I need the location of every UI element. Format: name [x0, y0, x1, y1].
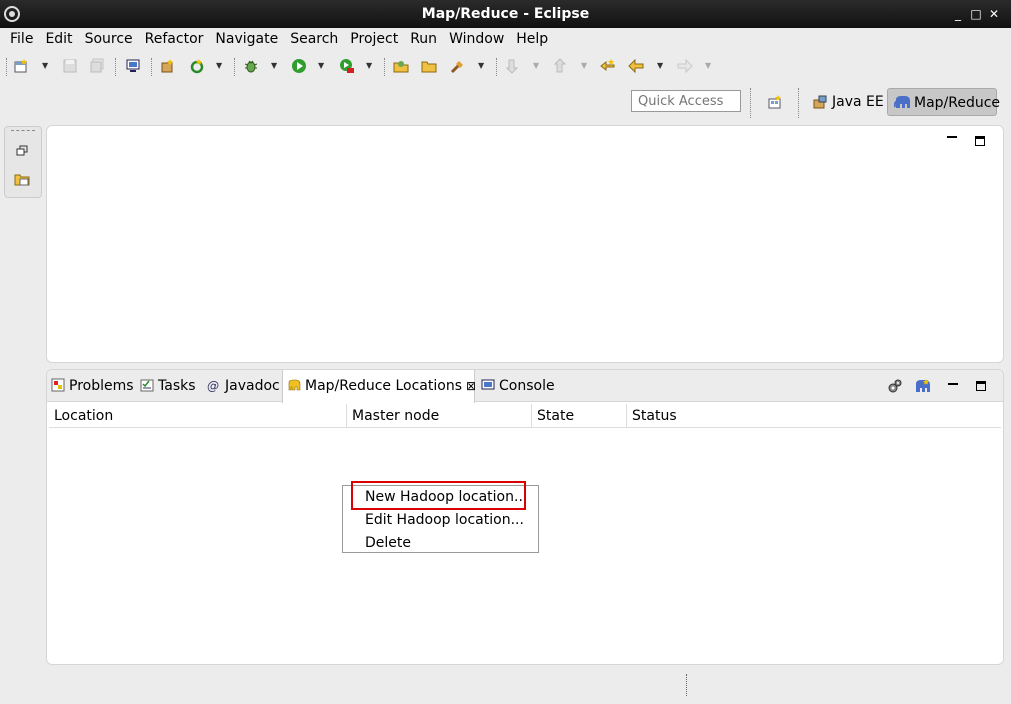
editor-area	[46, 125, 1004, 363]
open-console-icon[interactable]	[125, 58, 141, 74]
new-package-icon[interactable]	[160, 58, 176, 74]
next-annotation-dropdown-arrow-icon[interactable]: ▼	[533, 61, 539, 70]
tab-tasks-label: Tasks	[158, 378, 196, 394]
tab-mapreduce-locations-label: Map/Reduce Locations	[305, 378, 463, 394]
toolbar-separator	[6, 58, 7, 76]
editor-maximize-icon[interactable]	[975, 136, 985, 146]
status-bar-grip[interactable]	[686, 674, 687, 696]
previous-annotation-dropdown-arrow-icon[interactable]: ▼	[581, 61, 587, 70]
toolbar-separator	[496, 58, 497, 76]
minimized-stack	[4, 126, 42, 198]
menu-file[interactable]: File	[4, 28, 39, 50]
open-folder-icon[interactable]	[421, 58, 437, 74]
menu-edit[interactable]: Edit	[39, 28, 78, 50]
column-status[interactable]: Status	[627, 404, 999, 428]
mapreduce-elephant-icon	[894, 96, 910, 108]
menu-navigate[interactable]: Navigate	[209, 28, 284, 50]
perspective-java-ee-button[interactable]: Java EE	[810, 88, 884, 116]
project-explorer-icon[interactable]	[14, 171, 30, 187]
menu-window[interactable]: Window	[443, 28, 510, 50]
column-location[interactable]: Location	[49, 404, 347, 428]
tab-console[interactable]: Console	[481, 370, 555, 402]
run-icon[interactable]	[291, 58, 307, 74]
annotation-highlight-box	[351, 481, 526, 510]
menu-help[interactable]: Help	[510, 28, 554, 50]
console-icon	[481, 379, 495, 390]
toolbar-separator	[234, 58, 235, 76]
back-dropdown-arrow-icon[interactable]: ▼	[657, 61, 663, 70]
java-ee-icon	[813, 95, 827, 109]
perspective-java-ee-label: Java EE	[832, 94, 884, 110]
search-dropdown-arrow-icon[interactable]: ▼	[478, 61, 484, 70]
maximize-window-icon[interactable]: □	[968, 6, 984, 22]
debug-dropdown-arrow-icon[interactable]: ▼	[271, 61, 277, 70]
perspective-separator	[798, 88, 799, 118]
tab-console-label: Console	[499, 378, 555, 394]
perspective-separator	[750, 88, 751, 118]
tab-mapreduce-locations[interactable]: Map/Reduce Locations ⊠	[282, 370, 476, 403]
menu-bar: File Edit Source Refactor Navigate Searc…	[0, 28, 1011, 50]
menu-search[interactable]: Search	[284, 28, 344, 50]
new-wizard-icon[interactable]	[13, 58, 29, 74]
forward-dropdown-arrow-icon[interactable]: ▼	[705, 61, 711, 70]
last-edit-location-icon[interactable]	[600, 58, 616, 74]
eclipse-window: Map/Reduce - Eclipse _ □ ✕ File Edit Sou…	[0, 0, 1011, 704]
refresh-run-icon[interactable]	[189, 58, 205, 74]
menu-item-edit-hadoop-location[interactable]: Edit Hadoop location...	[365, 510, 524, 530]
javadoc-icon: @	[207, 379, 219, 393]
server-gears-icon[interactable]	[887, 378, 903, 394]
perspective-mapreduce-button[interactable]: Map/Reduce	[887, 88, 1001, 116]
open-type-icon[interactable]	[393, 58, 409, 74]
window-title: Map/Reduce - Eclipse	[421, 6, 590, 22]
run-dropdown-arrow-icon[interactable]: ▼	[318, 61, 324, 70]
tasks-icon	[140, 379, 154, 392]
perspective-mapreduce-label: Map/Reduce	[914, 95, 1001, 111]
next-annotation-icon[interactable]	[505, 58, 521, 74]
tab-javadoc[interactable]: @ Javadoc	[207, 370, 280, 402]
menu-project[interactable]: Project	[344, 28, 404, 50]
view-maximize-icon[interactable]	[976, 381, 986, 391]
locations-table-header: Location Master node State Status	[49, 404, 1001, 428]
toolbar-separator	[151, 58, 152, 76]
tab-problems[interactable]: Problems	[51, 370, 134, 402]
menu-refactor[interactable]: Refactor	[139, 28, 210, 50]
search-torch-icon[interactable]	[450, 58, 466, 74]
tab-problems-label: Problems	[69, 378, 134, 394]
run-external-tools-icon[interactable]	[339, 58, 355, 74]
column-master-node[interactable]: Master node	[347, 404, 532, 428]
column-state[interactable]: State	[532, 404, 627, 428]
view-tab-bar: Problems Tasks @ Javadoc Map/Reduce Locat…	[47, 370, 1003, 403]
hadoop-elephant-icon	[288, 379, 301, 391]
toolbar-separator	[384, 58, 385, 76]
save-all-icon[interactable]	[89, 58, 105, 74]
tab-tasks[interactable]: Tasks	[140, 370, 196, 402]
problems-icon	[51, 378, 65, 392]
close-tab-icon[interactable]: ⊠	[466, 379, 476, 393]
main-toolbar: ▼ ▼ ▼ ▼ ▼ ▼ ▼ ▼ ▼ ▼	[0, 52, 1011, 80]
close-window-icon[interactable]: ✕	[986, 6, 1002, 22]
title-bar: Map/Reduce - Eclipse _ □ ✕	[0, 0, 1011, 28]
editor-minimize-icon[interactable]	[947, 136, 957, 140]
external-tools-dropdown-arrow-icon[interactable]: ▼	[366, 61, 372, 70]
debug-icon[interactable]	[243, 58, 259, 74]
forward-icon[interactable]	[677, 58, 693, 74]
toolbar-separator	[115, 58, 116, 76]
tab-javadoc-label: Javadoc	[225, 378, 280, 394]
back-icon[interactable]	[628, 58, 644, 74]
menu-source[interactable]: Source	[79, 28, 139, 50]
menu-item-delete[interactable]: Delete	[365, 533, 411, 553]
menu-run[interactable]: Run	[404, 28, 443, 50]
open-perspective-icon[interactable]	[767, 94, 783, 110]
minimize-window-icon[interactable]: _	[950, 6, 966, 22]
refresh-dropdown-arrow-icon[interactable]: ▼	[216, 61, 222, 70]
quick-access-input[interactable]	[631, 90, 741, 112]
trim-grip[interactable]	[11, 130, 35, 131]
save-icon[interactable]	[62, 58, 78, 74]
new-dropdown-arrow-icon[interactable]: ▼	[42, 61, 48, 70]
new-hadoop-location-icon[interactable]	[914, 378, 932, 394]
previous-annotation-icon[interactable]	[553, 58, 569, 74]
view-minimize-icon[interactable]	[948, 383, 958, 385]
restore-icon[interactable]	[16, 145, 28, 157]
